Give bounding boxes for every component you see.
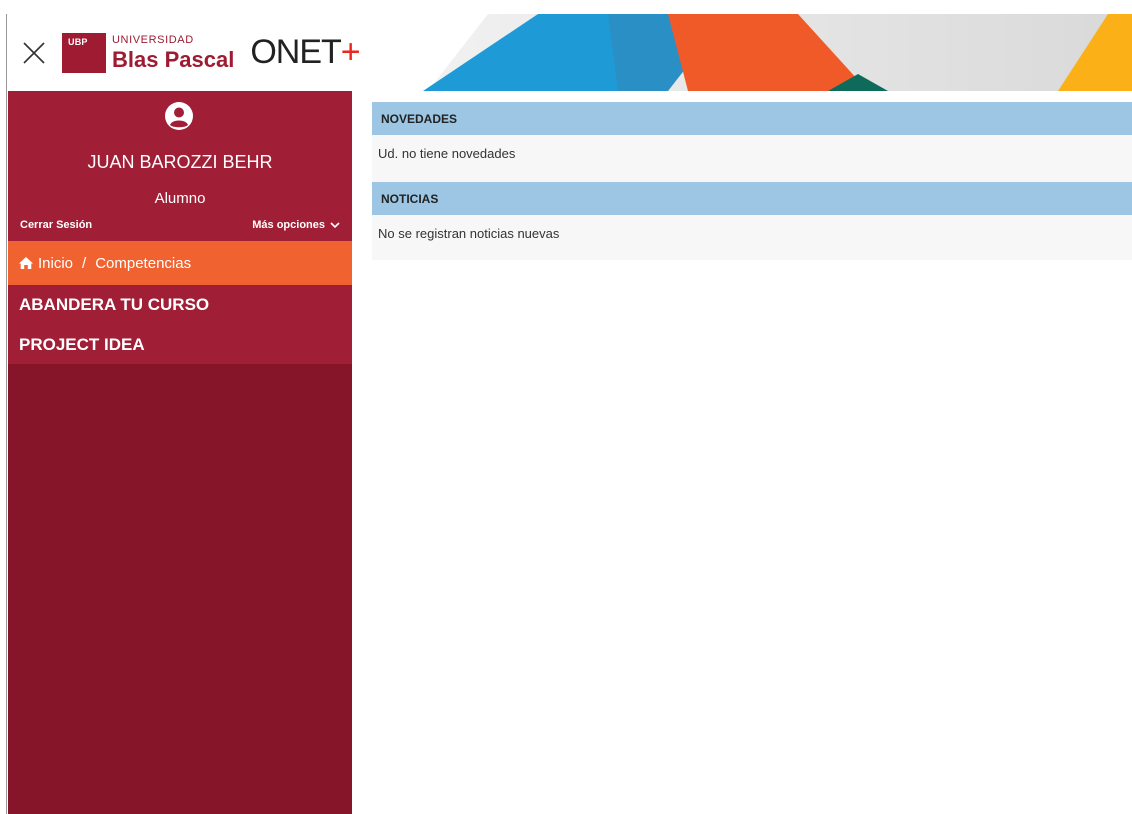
breadcrumb: Inicio / Competencias bbox=[8, 241, 352, 285]
user-name: JUAN BAROZZI BEHR bbox=[87, 152, 273, 172]
university-logo[interactable]: UBP UNIVERSIDAD Blas Pascal bbox=[62, 32, 235, 73]
window-edge bbox=[6, 14, 7, 814]
product-logo: ONET+ bbox=[250, 33, 361, 72]
logo-big-text: Blas Pascal bbox=[112, 46, 235, 72]
breadcrumb-separator: / bbox=[82, 254, 87, 272]
chevron-down-icon bbox=[330, 221, 340, 228]
more-options-button[interactable]: Más opciones bbox=[252, 219, 340, 231]
user-role: Alumno bbox=[154, 190, 206, 207]
product-plus: + bbox=[340, 33, 361, 71]
top-banner: UBP UNIVERSIDAD Blas Pascal ONET+ bbox=[8, 14, 1132, 91]
noticias-header: NOTICIAS bbox=[372, 182, 1132, 215]
main-content: NOVEDADES Ud. no tiene novedades NOTICIA… bbox=[372, 102, 1132, 260]
sidebar-item-project-idea[interactable]: PROJECT IDEA bbox=[8, 325, 352, 364]
sidebar-menu: ABANDERA TU CURSO PROJECT IDEA bbox=[8, 285, 352, 364]
breadcrumb-home-label: Inicio bbox=[38, 254, 74, 272]
user-circle-icon[interactable] bbox=[164, 101, 194, 131]
novedades-message: Ud. no tiene novedades bbox=[372, 135, 1132, 182]
logo-small-text: UNIVERSIDAD bbox=[112, 33, 194, 46]
noticias-message: No se registran noticias nuevas bbox=[372, 215, 1132, 260]
user-panel: JUAN BAROZZI BEHR Alumno Cerrar Sesión M… bbox=[8, 91, 352, 241]
sidebar: JUAN BAROZZI BEHR Alumno Cerrar Sesión M… bbox=[8, 91, 352, 814]
close-button[interactable] bbox=[18, 37, 50, 69]
logout-link[interactable]: Cerrar Sesión bbox=[20, 219, 92, 231]
home-icon bbox=[19, 257, 33, 269]
sidebar-item-abandera-tu-curso[interactable]: ABANDERA TU CURSO bbox=[8, 285, 352, 325]
product-name: ONET bbox=[250, 33, 341, 71]
header-brand: UBP UNIVERSIDAD Blas Pascal ONET+ bbox=[8, 14, 361, 91]
more-options-label: Más opciones bbox=[252, 219, 325, 231]
user-actions: Cerrar Sesión Más opciones bbox=[8, 219, 352, 231]
breadcrumb-current[interactable]: Competencias bbox=[95, 255, 191, 272]
logo-badge: UBP bbox=[62, 32, 106, 73]
novedades-header: NOVEDADES bbox=[372, 102, 1132, 135]
close-icon bbox=[23, 41, 45, 64]
breadcrumb-home[interactable]: Inicio bbox=[18, 255, 73, 272]
